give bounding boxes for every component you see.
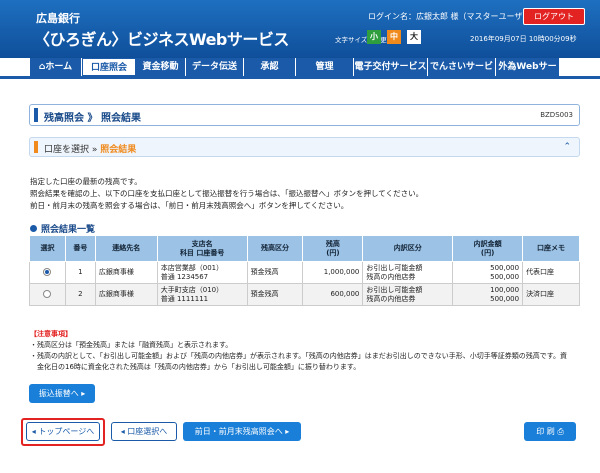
steps-text: 口座を選択 » 照会結果	[44, 145, 137, 155]
breakdown-label: お引出し可能金額	[366, 285, 423, 294]
tab-approval[interactable]: 承認	[244, 58, 296, 76]
desc-line: 指定した口座の最新の残高です。	[30, 177, 142, 186]
fontsize-small-button[interactable]: 小	[367, 30, 381, 44]
account-number: 普通 1111111	[160, 294, 209, 303]
row-branch: 大手町支店（010） 普通 1111111	[156, 283, 248, 306]
chevron-up-icon[interactable]: ⌃	[563, 142, 571, 152]
fontsize-medium-button[interactable]: 中	[387, 30, 401, 44]
tab-data-transmission[interactable]: データ伝送	[186, 58, 244, 76]
breakdown-label: 残高の内他店券	[366, 294, 416, 303]
tab-fund-transfer[interactable]: 資金移動	[136, 58, 186, 76]
breakdown-label: 残高の内他店券	[366, 272, 416, 281]
row-radio[interactable]	[43, 268, 52, 276]
tab-account-inquiry[interactable]: 口座照会	[82, 58, 136, 76]
desc-line: 照会結果を確認の上、以下の口座を支払口座として振込振替を行う場合は、「振込振替へ…	[30, 189, 424, 198]
description: 指定した口座の最新の残高です。 照会結果を確認の上、以下の口座を支払口座として振…	[30, 176, 423, 212]
account-number: 普通 1234567	[160, 272, 209, 281]
col-select: 選択	[29, 235, 66, 262]
breakdown-label: お引出し可能金額	[366, 263, 423, 272]
row-balance: 600,000	[302, 283, 364, 306]
page-title: 残高照会 》 照会結果	[44, 113, 141, 124]
tab-home[interactable]: ⌂ホーム	[30, 58, 82, 76]
bank-logo: 広島銀行	[36, 12, 80, 25]
row-number: 1	[64, 261, 96, 284]
header: 広島銀行 〈ひろぎん〉ビジネスWebサービス ログイン名：広銀太郎 様（マスター…	[0, 0, 600, 58]
title-accent	[34, 108, 38, 122]
login-name: ログイン名：広銀太郎 様（マスターユーザ）	[368, 12, 531, 21]
notes-heading: 【注意事項】	[30, 330, 72, 338]
branch-name: 本店営業部（001）	[160, 263, 224, 272]
row-memo: 代表口座	[522, 261, 580, 284]
select-cell	[29, 261, 66, 284]
bullet-icon	[30, 225, 37, 232]
table-header: 選択 番号 連絡先名 支店名 科目 口座番号 残高区分 残高 (円) 内訳区分 …	[29, 235, 580, 262]
col-contact: 連絡先名	[94, 235, 158, 262]
breakdown-amount: 500,000	[490, 263, 520, 272]
tab-forex[interactable]: 外為Webサービス	[496, 58, 560, 90]
branch-name: 大手町支店（010）	[160, 285, 224, 294]
row-memo: 決済口座	[522, 283, 580, 306]
tab-densai[interactable]: でんさいサービス	[428, 58, 496, 90]
breakdown-amount: 500,000	[490, 272, 520, 281]
row-number: 2	[64, 283, 96, 306]
table-row: 2 広銀商事様 大手町支店（010） 普通 1111111 預金残高 600,00…	[29, 283, 580, 306]
page-title-bar: 残高照会 》 照会結果 BZDS003	[29, 104, 580, 126]
row-balance-type: 預金残高	[246, 283, 304, 306]
step-indicator: 口座を選択 » 照会結果 ⌃	[29, 137, 580, 157]
breakdown-amount: 100,000	[490, 285, 520, 294]
notes: 【注意事項】 ・残高区分は「預金残高」または「融資残高」と表示されます。 ・残高…	[30, 329, 575, 373]
breakdown-amount: 500,000	[490, 294, 520, 303]
select-cell	[29, 283, 66, 306]
col-balance: 残高 (円)	[302, 235, 364, 262]
step-accent	[34, 141, 38, 153]
previous-balance-button[interactable]: 前日・前月末残高照会へ ▸	[183, 422, 301, 441]
table-row: 1 広銀商事様 本店営業部（001） 普通 1234567 預金残高 1,000,…	[29, 261, 580, 284]
row-balance-type: 預金残高	[246, 261, 304, 284]
print-button[interactable]: 印 刷 ⎙	[524, 422, 576, 441]
account-select-button[interactable]: ◂ 口座選択へ	[111, 422, 177, 441]
row-contact: 広銀商事様	[94, 261, 158, 284]
col-breakdown-amount: 内訳金額 (円)	[452, 235, 524, 262]
row-breakdown-amount: 500,000 500,000	[452, 261, 524, 284]
main-nav: ⌂ホーム 口座照会 資金移動 データ伝送 承認 管理 電子交付サービス でんさい…	[30, 58, 560, 90]
row-radio[interactable]	[43, 290, 52, 298]
top-page-button[interactable]: ◂ トップページへ	[26, 422, 100, 441]
service-name: 〈ひろぎん〉ビジネスWebサービス	[34, 30, 289, 49]
screen-code: BZDS003	[540, 111, 573, 119]
row-breakdown-amount: 100,000 500,000	[452, 283, 524, 306]
section-title: 照会結果一覧	[30, 222, 95, 235]
col-balance-type: 残高区分	[246, 235, 304, 262]
logout-button[interactable]: ログアウト	[523, 8, 585, 25]
row-branch: 本店営業部（001） 普通 1234567	[156, 261, 248, 284]
col-memo: 口座メモ	[522, 235, 580, 262]
tab-management[interactable]: 管理	[296, 58, 354, 76]
note-line: ・残高の内訳として、「お引出し可能金額」および「残高の内他店券」が表示されます。…	[30, 352, 568, 360]
row-breakdown: お引出し可能金額 残高の内他店券	[362, 283, 454, 306]
col-branch: 支店名 科目 口座番号	[156, 235, 248, 262]
row-breakdown: お引出し可能金額 残高の内他店券	[362, 261, 454, 284]
col-number: 番号	[64, 235, 96, 262]
results-table: 選択 番号 連絡先名 支店名 科目 口座番号 残高区分 残高 (円) 内訳区分 …	[29, 235, 580, 306]
transfer-button[interactable]: 振込振替へ ▸	[29, 384, 95, 403]
datetime: 2016年09月07日 10時00分09秒	[470, 35, 577, 43]
nav-underline	[0, 76, 600, 79]
note-line: 金化日の16時に資金化された残高は「残高の内他店券」から「お引出し可能金額」に振…	[30, 363, 361, 371]
section-label: 照会結果一覧	[41, 225, 96, 235]
step-select: 口座を選択	[44, 145, 90, 155]
tab-e-delivery[interactable]: 電子交付サービス	[354, 58, 428, 76]
fontsize-large-button[interactable]: 大	[407, 30, 421, 44]
col-breakdown: 内訳区分	[362, 235, 454, 262]
desc-line: 前日・前月末の残高を照会する場合は、「前日・前月末残高照会へ」ボタンを押してくだ…	[30, 201, 349, 210]
row-balance: 1,000,000	[302, 261, 364, 284]
step-result: 照会結果	[100, 145, 137, 155]
note-line: ・残高区分は「預金残高」または「融資残高」と表示されます。	[30, 341, 233, 349]
row-contact: 広銀商事様	[94, 283, 158, 306]
